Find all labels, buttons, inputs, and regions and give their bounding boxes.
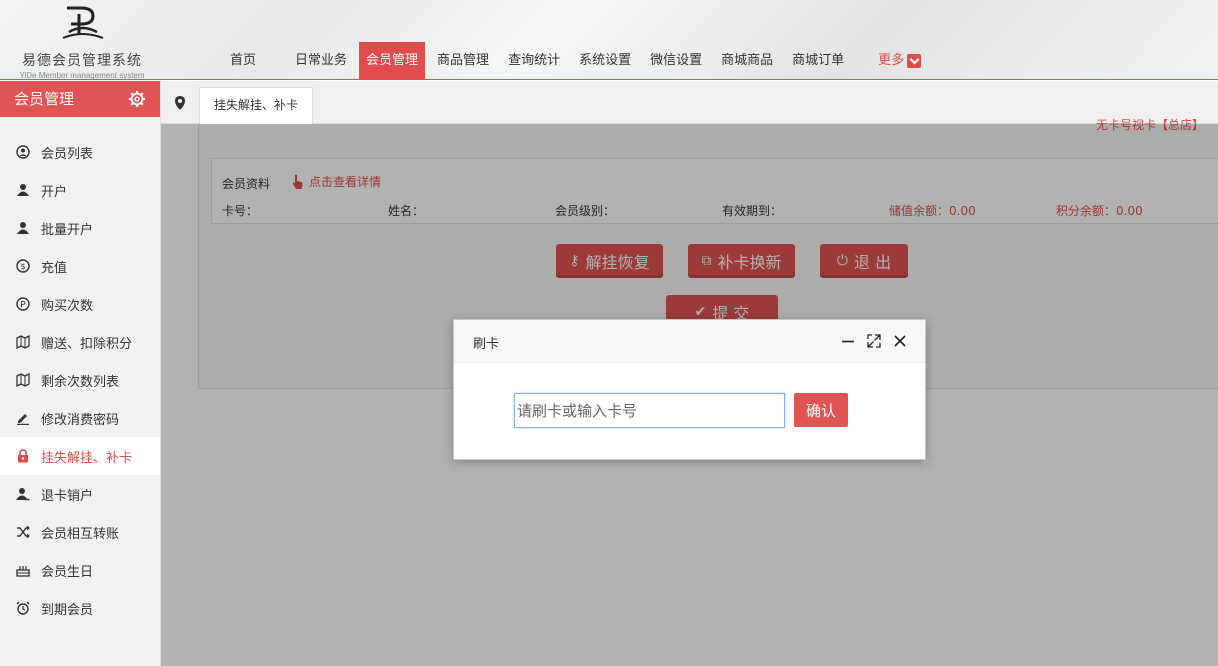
logo-title: 易德会员管理系统 — [22, 53, 142, 69]
coin-icon: $ — [16, 259, 30, 273]
sidebar: 会员管理 会员列表 开户 批量开户 $ 充值 P 购买次数 赠送、扣除积分 剩余… — [0, 81, 161, 666]
maximize-icon[interactable] — [865, 332, 883, 350]
nav-mall-orders[interactable]: 商城订单 — [785, 42, 851, 80]
sidebar-item-recharge[interactable]: $ 充值 — [0, 247, 160, 285]
nav-system-settings[interactable]: 系统设置 — [572, 42, 638, 80]
sidebar-item-label: 赠送、扣除积分 — [41, 336, 133, 352]
dialog-controls — [831, 332, 909, 350]
dialog-title: 刷卡 — [473, 337, 500, 352]
sidebar-item-cancel-card[interactable]: 退卡销户 — [0, 475, 160, 513]
sidebar-item-birthday[interactable]: 会员生日 — [0, 551, 160, 589]
swipe-card-dialog: 刷卡 确认 — [453, 319, 926, 460]
main-nav: 首页 日常业务 会员管理 商品管理 查询统计 系统设置 微信设置 商城商品 商城… — [218, 42, 933, 80]
sidebar-header: 会员管理 — [0, 81, 160, 117]
user-icon — [16, 183, 30, 197]
sidebar-item-expiring[interactable]: 到期会员 — [0, 589, 160, 627]
alarm-icon — [16, 601, 30, 615]
dialog-header[interactable]: 刷卡 — [454, 320, 925, 363]
nav-product-management[interactable]: 商品管理 — [430, 42, 496, 80]
sidebar-item-label: 修改消费密码 — [41, 412, 120, 428]
sidebar-item-batch-open[interactable]: 批量开户 — [0, 209, 160, 247]
logo-subtitle: YiDe Member management system — [19, 71, 145, 80]
sidebar-title: 会员管理 — [14, 90, 75, 108]
sidebar-item-label: 挂失解挂、补卡 — [41, 450, 133, 466]
sidebar-item-report-loss[interactable]: 挂失解挂、补卡 — [0, 437, 160, 475]
sidebar-item-label: 到期会员 — [41, 602, 94, 618]
sidebar-item-label: 退卡销户 — [41, 488, 94, 504]
location-pin-icon[interactable] — [161, 81, 199, 124]
sidebar-menu: 会员列表 开户 批量开户 $ 充值 P 购买次数 赠送、扣除积分 剩余次数列表 … — [0, 133, 160, 627]
sidebar-item-transfer[interactable]: 会员相互转账 — [0, 513, 160, 551]
sidebar-item-buy-times[interactable]: P 购买次数 — [0, 285, 160, 323]
sidebar-item-label: 会员列表 — [41, 146, 94, 162]
sidebar-item-label: 开户 — [41, 184, 68, 200]
sidebar-item-label: 充值 — [41, 260, 68, 276]
nav-query-statistics[interactable]: 查询统计 — [501, 42, 567, 80]
nav-daily-business[interactable]: 日常业务 — [288, 42, 354, 80]
nav-member-management[interactable]: 会员管理 — [359, 42, 426, 80]
logo[interactable]: 易德会员管理系统 YiDe Member management system — [8, 2, 156, 80]
map-icon — [16, 373, 30, 387]
pencil-icon — [16, 411, 30, 425]
top-header: 易德会员管理系统 YiDe Member management system 首… — [0, 0, 1218, 80]
logo-mark-icon — [62, 6, 104, 39]
minimize-icon[interactable] — [839, 332, 857, 350]
sidebar-item-label: 会员生日 — [41, 564, 94, 580]
sidebar-item-label: 购买次数 — [41, 298, 94, 314]
confirm-button[interactable]: 确认 — [794, 393, 848, 427]
sidebar-item-member-list[interactable]: 会员列表 — [0, 133, 160, 171]
map-icon — [16, 335, 30, 349]
sidebar-item-label: 批量开户 — [41, 222, 94, 238]
sidebar-item-label: 会员相互转账 — [41, 526, 120, 542]
user-remove-icon — [16, 487, 30, 501]
sidebar-item-gift-points[interactable]: 赠送、扣除积分 — [0, 323, 160, 361]
svg-text:P: P — [20, 301, 26, 311]
user-circle-icon — [16, 145, 30, 159]
card-number-input[interactable] — [514, 393, 785, 428]
nav-more-label: 更多 — [878, 53, 905, 68]
nav-more[interactable]: 更多 — [871, 42, 928, 80]
svg-text:$: $ — [20, 262, 25, 271]
tab-bar: 挂失解挂、补卡 — [161, 81, 1218, 124]
tab-report-loss[interactable]: 挂失解挂、补卡 — [199, 87, 314, 124]
shuffle-icon — [16, 525, 30, 539]
chevron-down-icon — [907, 54, 922, 68]
lock-icon — [16, 449, 30, 463]
nav-mall-products[interactable]: 商城商品 — [714, 42, 780, 80]
cake-icon — [16, 563, 30, 577]
ruble-icon: P — [16, 297, 30, 311]
sidebar-item-change-password[interactable]: 修改消费密码 — [0, 399, 160, 437]
close-icon[interactable] — [891, 332, 909, 350]
user-icon — [16, 221, 30, 235]
sidebar-item-remaining-times[interactable]: 剩余次数列表 — [0, 361, 160, 399]
gear-icon[interactable] — [128, 90, 146, 108]
nav-wechat-settings[interactable]: 微信设置 — [643, 42, 709, 80]
sidebar-item-open-account[interactable]: 开户 — [0, 171, 160, 209]
nav-home[interactable]: 首页 — [218, 42, 268, 80]
sidebar-item-label: 剩余次数列表 — [41, 374, 120, 390]
